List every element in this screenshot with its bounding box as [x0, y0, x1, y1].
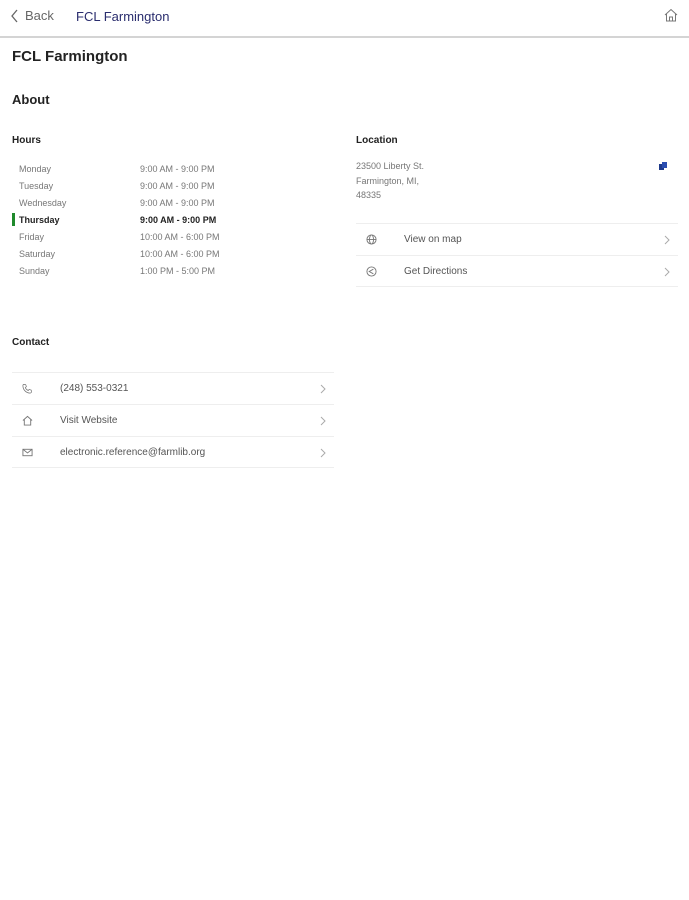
day: Saturday [19, 248, 56, 259]
time: 9:00 AM - 9:00 PM [140, 163, 215, 174]
contact-list: (248) 553-0321 Visit Website electronic.… [12, 372, 334, 468]
chevron-right-icon [320, 384, 326, 394]
address-line: 48335 [356, 190, 382, 200]
hours-heading: Hours [12, 135, 41, 146]
hours-row: Tuesday 9:00 AM - 9:00 PM [12, 177, 332, 194]
get-directions-button[interactable]: Get Directions [356, 255, 678, 287]
page-title: FCL Farmington [12, 48, 128, 65]
hours-row: Saturday 10:00 AM - 6:00 PM [12, 245, 332, 262]
time: 10:00 AM - 6:00 PM [140, 248, 220, 259]
home-icon [22, 415, 33, 426]
copy-icon[interactable] [658, 161, 668, 171]
nav-bar: Back FCL Farmington [0, 0, 689, 38]
back-button[interactable]: Back [10, 8, 54, 23]
email-button[interactable]: electronic.reference@farmlib.org [12, 436, 334, 468]
day: Monday [19, 163, 52, 174]
back-label: Back [25, 8, 54, 23]
get-directions-label: Get Directions [404, 265, 468, 277]
address-line: 23500 Liberty St. [356, 161, 425, 171]
day: Tuesday [19, 180, 54, 191]
view-on-map-button[interactable]: View on map [356, 223, 678, 255]
phone-button[interactable]: (248) 553-0321 [12, 372, 334, 404]
time: 10:00 AM - 6:00 PM [140, 231, 220, 242]
contact-heading: Contact [12, 337, 50, 348]
location-heading: Location [356, 135, 398, 146]
location-actions: View on map Get Directions [356, 223, 678, 287]
address: 23500 Liberty St. Farmington, MI, 48335 [356, 159, 424, 203]
chevron-right-icon [664, 235, 670, 245]
day: Sunday [19, 265, 50, 276]
hours-row: Sunday 1:00 PM - 5:00 PM [12, 262, 332, 279]
chevron-right-icon [320, 448, 326, 458]
chevron-left-icon [11, 9, 18, 22]
mail-icon [22, 448, 33, 456]
time: 9:00 AM - 9:00 PM [140, 180, 215, 191]
nav-title: FCL Farmington [76, 9, 170, 24]
chevron-right-icon [320, 416, 326, 426]
hours-row: Wednesday 9:00 AM - 9:00 PM [12, 194, 332, 211]
website-label: Visit Website [60, 415, 118, 426]
time: 9:00 AM - 9:00 PM [140, 214, 217, 225]
directions-icon [366, 265, 377, 277]
address-line: Farmington, MI, [356, 175, 420, 186]
phone-label: (248) 553-0321 [60, 383, 129, 394]
chevron-right-icon [664, 267, 670, 277]
day: Thursday [19, 214, 60, 225]
email-label: electronic.reference@farmlib.org [60, 446, 206, 458]
day: Wednesday [19, 197, 67, 208]
hours-row: Monday 9:00 AM - 9:00 PM [12, 160, 332, 177]
hours-row: Friday 10:00 AM - 6:00 PM [12, 228, 332, 245]
day: Friday [19, 231, 45, 242]
time: 1:00 PM - 5:00 PM [140, 265, 216, 276]
hours-row-today: Thursday 9:00 AM - 9:00 PM [12, 211, 332, 228]
visit-website-button[interactable]: Visit Website [12, 404, 334, 436]
time: 9:00 AM - 9:00 PM [140, 197, 215, 208]
view-on-map-label: View on map [404, 234, 462, 245]
about-heading: About [12, 92, 50, 107]
phone-icon [22, 384, 32, 394]
home-icon[interactable] [663, 7, 679, 23]
hours-table: Monday 9:00 AM - 9:00 PM Tuesday 9:00 AM -… [12, 160, 332, 279]
globe-icon [366, 234, 377, 245]
